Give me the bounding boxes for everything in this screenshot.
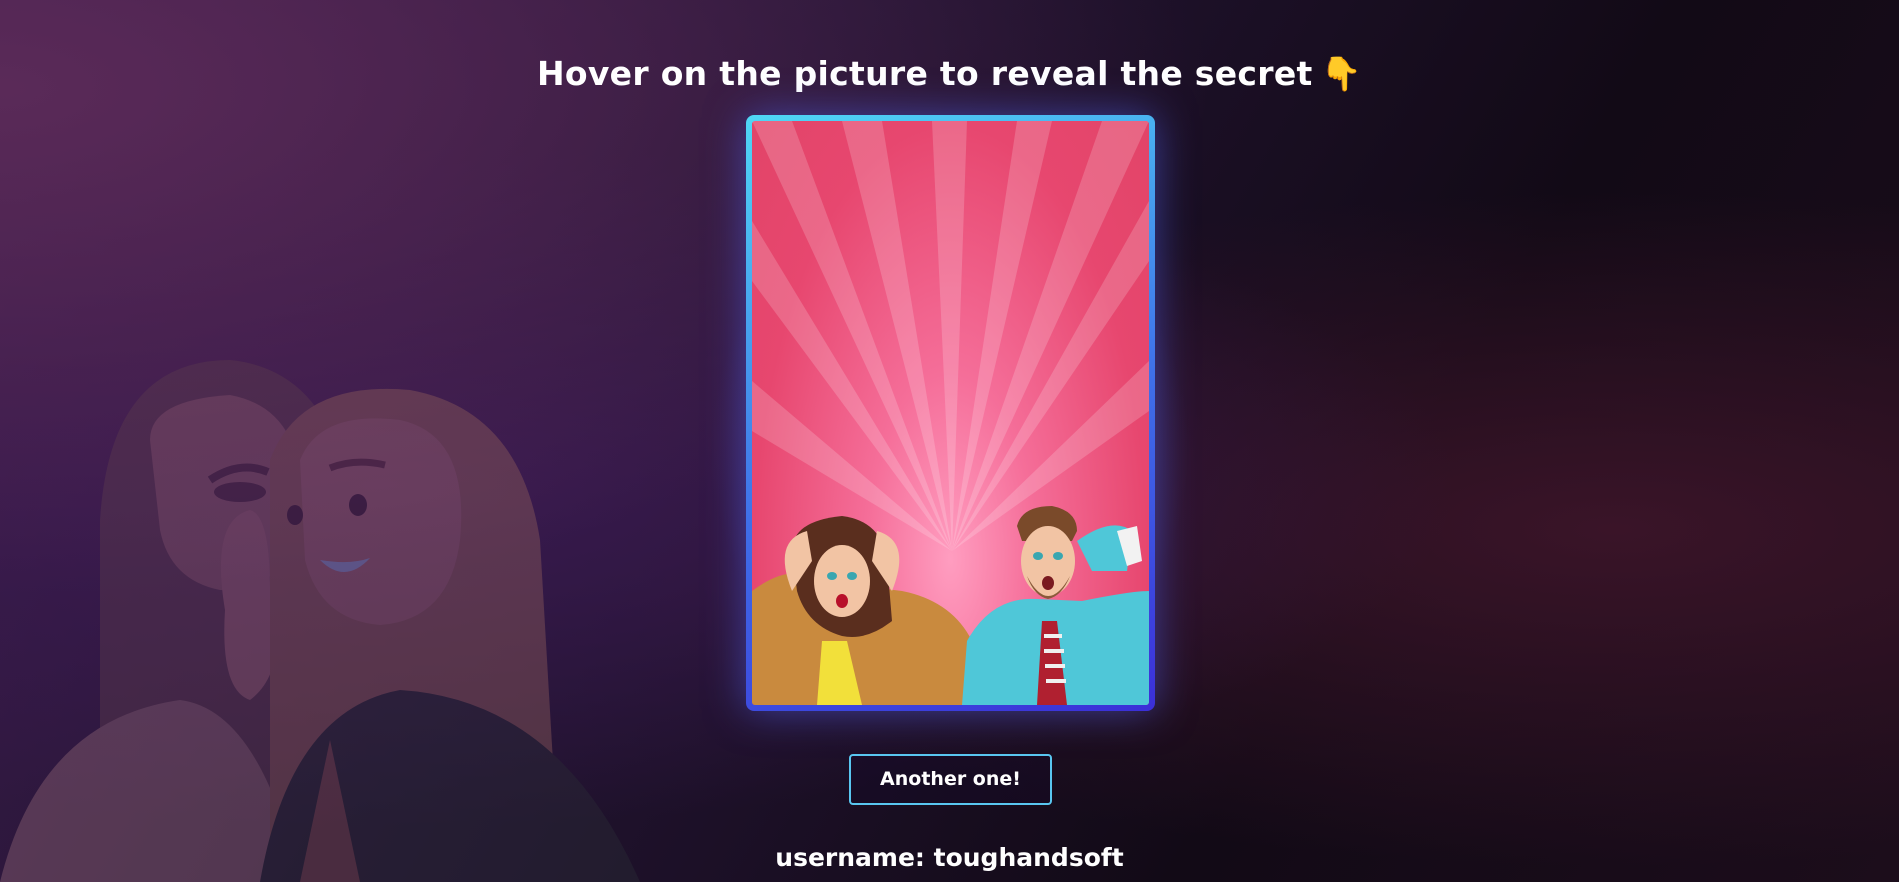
surprised-couple-image — [752, 121, 1149, 705]
background-whisper-illustration — [0, 360, 640, 882]
secret-picture[interactable] — [752, 121, 1149, 705]
pointing-down-icon: 👇 — [1320, 54, 1363, 93]
username-text: username: toughandsoft — [775, 843, 1124, 872]
secret-picture-card[interactable] — [746, 115, 1155, 711]
surprised-man — [962, 506, 1149, 705]
page-title: Hover on the picture to reveal the secre… — [0, 54, 1899, 94]
another-one-button[interactable]: Another one! — [849, 754, 1052, 805]
surprised-woman — [752, 516, 972, 705]
page-title-text: Hover on the picture to reveal the secre… — [536, 54, 1313, 93]
sunburst-rays — [752, 121, 1149, 551]
